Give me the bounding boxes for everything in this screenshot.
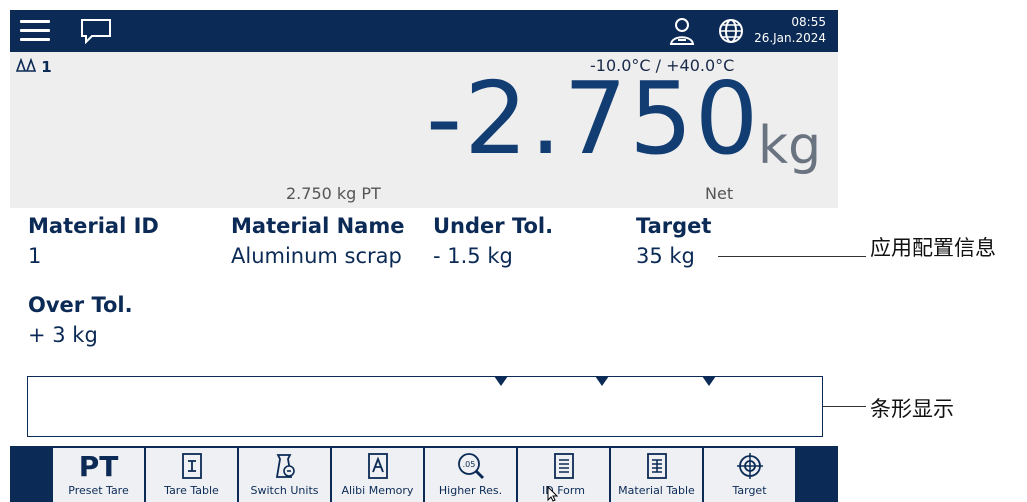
clock: 08:55 26.Jan.2024	[754, 14, 826, 46]
field-label: Under Tol.	[433, 214, 554, 238]
higher-resolution-icon: .05	[457, 453, 484, 480]
target-marker	[595, 376, 609, 386]
id-form-button[interactable]: ID Form	[517, 448, 609, 502]
menu-icon[interactable]	[20, 20, 50, 42]
message-icon[interactable]	[80, 18, 112, 48]
softkey-label: Material Table	[618, 484, 695, 497]
softkey-label: Tare Table	[164, 484, 219, 497]
mouse-cursor-icon	[547, 486, 559, 502]
field-material-name: Material Name Aluminum scrap	[231, 214, 404, 268]
scale-icon	[15, 57, 37, 72]
field-value: + 3 kg	[28, 323, 98, 347]
softkey-label: Alibi Memory	[341, 484, 414, 497]
callout-line-app-info	[718, 256, 866, 257]
field-value: 1	[28, 244, 42, 268]
date: 26.Jan.2024	[754, 31, 826, 45]
alibi-memory-button[interactable]: Alibi Memory	[331, 448, 423, 502]
callout-bar-display: 条形显示	[870, 397, 954, 421]
top-bar: 08:55 26.Jan.2024	[10, 10, 838, 52]
switch-units-icon	[275, 454, 295, 478]
field-value: - 1.5 kg	[433, 244, 513, 268]
under-tolerance-marker	[494, 376, 508, 386]
softkey-label: Switch Units	[250, 484, 319, 497]
softkey-label: Higher Res.	[438, 484, 503, 497]
scale-number-value: 1	[41, 58, 52, 76]
material-table-button[interactable]: Material Table	[610, 448, 702, 502]
preset-tare-button[interactable]: PT Preset Tare	[52, 448, 144, 502]
field-label: Material ID	[28, 214, 159, 238]
field-label: Target	[636, 214, 712, 238]
field-over-tolerance: Over Tol. + 3 kg	[28, 293, 133, 347]
target-icon	[736, 453, 763, 479]
scale-number: 1	[15, 57, 52, 76]
field-under-tolerance: Under Tol. - 1.5 kg	[433, 214, 553, 268]
user-icon[interactable]	[668, 16, 696, 50]
preset-tare-icon: PT	[78, 449, 119, 483]
tare-table-button[interactable]: Tare Table	[145, 448, 237, 502]
weight-value: -2.750	[426, 60, 761, 177]
field-value: Aluminum scrap	[231, 244, 402, 268]
svg-text:.05: .05	[462, 460, 475, 469]
higher-resolution-button[interactable]: .05 Higher Res.	[424, 448, 516, 502]
weight-display: 1 -10.0°C / +40.0°C -2.750 kg 2.750 kg P…	[10, 52, 838, 208]
id-form-icon	[553, 453, 574, 479]
tare-table-icon	[181, 453, 202, 479]
field-label: Material Name	[231, 214, 405, 238]
switch-units-button[interactable]: Switch Units	[238, 448, 330, 502]
over-tolerance-marker	[702, 376, 716, 386]
softkey-label: Target	[732, 484, 767, 497]
target-button[interactable]: Target	[703, 448, 795, 502]
field-value: 35 kg	[636, 244, 695, 268]
softkey-bar: PT Preset Tare Tare Table Switch Units A…	[10, 446, 838, 502]
net-indicator: Net	[705, 184, 734, 203]
bar-graph	[27, 376, 823, 437]
field-material-id: Material ID 1	[28, 214, 159, 268]
material-table-icon	[646, 453, 667, 479]
globe-icon[interactable]	[718, 18, 744, 48]
softkey-label: ID Form	[542, 484, 585, 497]
callout-app-info: 应用配置信息	[870, 236, 996, 260]
time: 08:55	[791, 15, 826, 29]
weight-unit: kg	[758, 116, 822, 176]
preset-tare-value: 2.750 kg PT	[286, 184, 381, 203]
softkey-label: Preset Tare	[68, 484, 129, 497]
alibi-memory-icon	[367, 453, 388, 479]
field-target: Target 35 kg	[636, 214, 711, 268]
field-label: Over Tol.	[28, 293, 133, 317]
